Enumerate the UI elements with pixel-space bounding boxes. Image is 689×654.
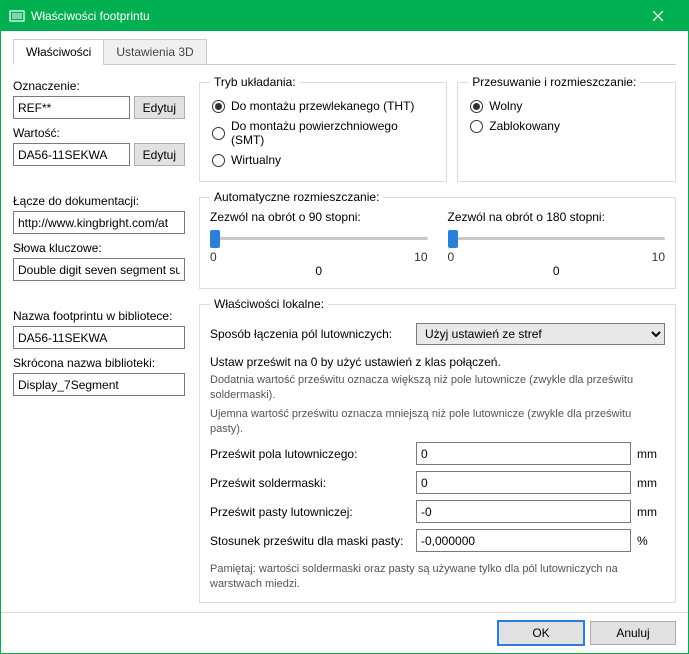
ratio-input[interactable] [416,529,631,552]
libshort-label: Skrócona nazwa biblioteki: [13,356,185,370]
keywords-label: Słowa kluczowe: [13,241,185,255]
placement-legend: Tryb układania: [210,75,300,89]
keywords-input[interactable] [13,258,185,281]
rot90-value: 0 [210,264,428,278]
radio-tht[interactable]: Do montażu przewlekanego (THT) [212,99,434,113]
titlebar: Właściwości footprintu [1,1,688,31]
mask-clearance-label: Prześwit soldermaski: [210,476,410,490]
close-icon [653,11,663,21]
paste-clearance-label: Prześwit pasty lutowniczej: [210,505,410,519]
designator-input[interactable] [13,96,130,119]
radio-virtual[interactable]: Wirtualny [212,153,434,167]
radio-locked-label: Zablokowany [489,119,560,133]
window-title: Właściwości footprintu [31,9,635,23]
radio-smt[interactable]: Do montażu powierzchniowego (SMT) [212,119,434,147]
local-legend: Właściwości lokalne: [210,297,328,311]
tab-settings-3d[interactable]: Ustawienia 3D [103,39,206,65]
move-legend: Przesuwanie i rozmieszczanie: [468,75,640,89]
doc-input[interactable] [13,211,185,234]
note-positive: Dodatnia wartość prześwitu oznacza więks… [210,373,665,403]
value-input[interactable] [13,143,130,166]
unit-pct: % [637,534,665,548]
value-label: Wartość: [13,126,185,140]
unit-mm: mm [637,447,665,461]
radio-icon [212,127,225,140]
ok-button[interactable]: OK [498,621,584,645]
pad-conn-label: Sposób łączenia pól lutowniczych: [210,327,410,341]
radio-icon [470,100,483,113]
note-remember: Pamiętaj: wartości soldermaski oraz past… [210,562,665,592]
pad-clearance-label: Prześwit pola lutowniczego: [210,447,410,461]
tab-bar: Właściwości Ustawienia 3D [13,39,676,65]
edit-designator-button[interactable]: Edytuj [134,96,185,119]
radio-locked[interactable]: Zablokowany [470,119,663,133]
tab-properties[interactable]: Właściwości [13,39,104,65]
mask-clearance-input[interactable] [416,471,631,494]
pad-clearance-input[interactable] [416,442,631,465]
rot180-slider[interactable] [448,228,666,248]
rot180-value: 0 [448,264,666,278]
designator-label: Oznaczenie: [13,79,185,93]
unit-mm: mm [637,505,665,519]
rot180-label: Zezwól na obrót o 180 stopni: [448,210,666,224]
note-negative: Ujemna wartość prześwitu oznacza mniejsz… [210,407,665,437]
radio-icon [212,100,225,113]
radio-icon [470,120,483,133]
radio-smt-label: Do montażu powierzchniowego (SMT) [231,119,434,147]
ratio-label: Stosunek prześwitu dla maski pasty: [210,534,410,548]
paste-clearance-input[interactable] [416,500,631,523]
rot90-label: Zezwól na obrót o 90 stopni: [210,210,428,224]
libname-input[interactable] [13,326,185,349]
radio-free-label: Wolny [489,99,522,113]
radio-icon [212,154,225,167]
auto-legend: Automatyczne rozmieszczanie: [210,190,383,204]
unit-mm: mm [637,476,665,490]
rot90-slider[interactable] [210,228,428,248]
radio-virtual-label: Wirtualny [231,153,281,167]
pad-conn-select[interactable]: Użyj ustawień ze stref [416,323,665,345]
doc-label: Łącze do dokumentacji: [13,194,185,208]
radio-free[interactable]: Wolny [470,99,663,113]
set-zero-note: Ustaw prześwit na 0 by użyć ustawień z k… [210,355,665,369]
edit-value-button[interactable]: Edytuj [134,143,185,166]
libshort-input[interactable] [13,373,185,396]
radio-tht-label: Do montażu przewlekanego (THT) [231,99,414,113]
cancel-button[interactable]: Anuluj [590,621,676,645]
app-icon [9,8,25,24]
close-button[interactable] [635,1,680,31]
libname-label: Nazwa footprintu w bibliotece: [13,309,185,323]
